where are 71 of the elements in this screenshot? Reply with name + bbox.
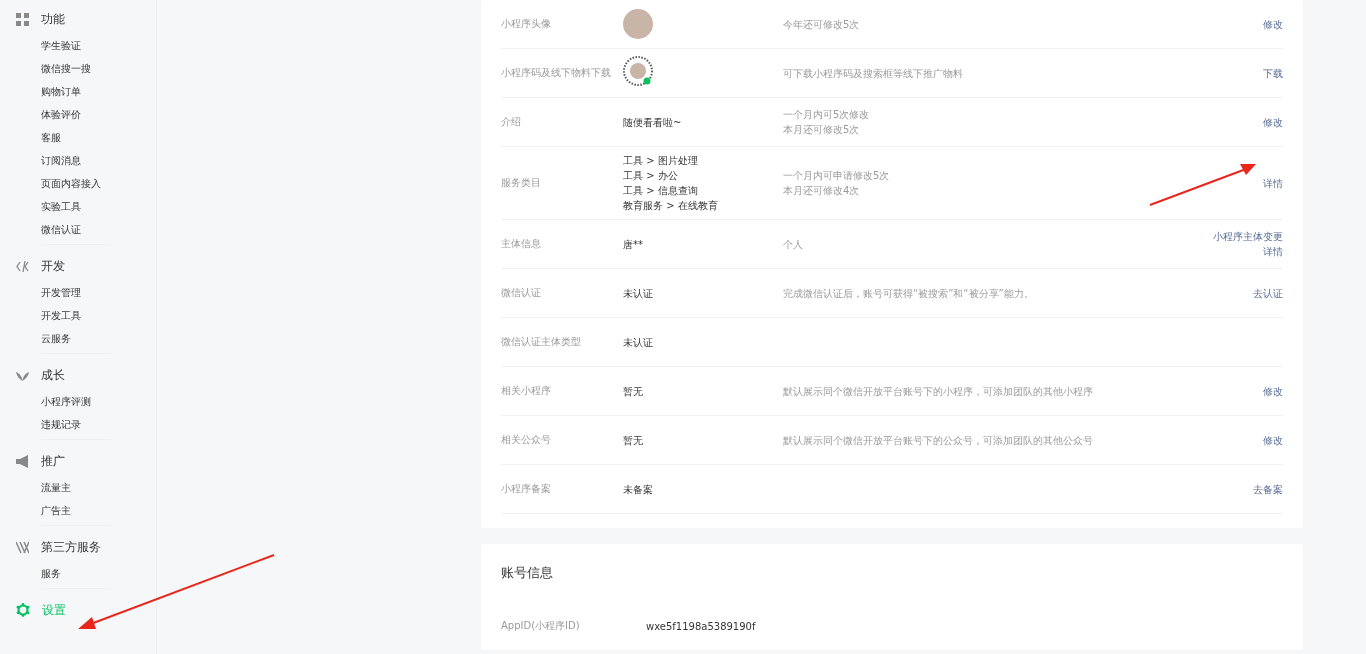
field-value: wxe5f1198a5389190f xyxy=(646,620,756,632)
sidebar-item[interactable]: 违规记录 xyxy=(16,413,81,436)
hint-text: 今年还可修改5次 xyxy=(783,17,861,32)
action-link[interactable]: 修改 xyxy=(1263,16,1283,32)
hint-text: 默认展示同个微信开放平台账号下的小程序，可添加团队的其他小程序 xyxy=(783,384,1094,399)
field-label: 主体信息 xyxy=(501,237,542,251)
field-value: 工具 > 办公 xyxy=(623,169,679,183)
action-link[interactable]: 下载 xyxy=(1263,65,1283,81)
grid-icon xyxy=(16,12,29,26)
sidebar-item[interactable]: 开发工具 xyxy=(16,304,81,327)
sidebar-item[interactable]: 服务 xyxy=(16,562,61,585)
sidebar-item[interactable]: 页面内容接入 xyxy=(16,172,101,195)
hint-text: 个人 xyxy=(783,237,804,252)
field-label: 小程序备案 xyxy=(501,482,552,496)
sidebar-item[interactable]: 购物订单 xyxy=(16,80,81,103)
field-label: 微信认证主体类型 xyxy=(501,335,582,349)
code-icon xyxy=(16,259,29,273)
hint-text: 默认展示同个微信开放平台账号下的公众号，可添加团队的其他公众号 xyxy=(783,433,1094,448)
field-value: 暂无 xyxy=(623,384,644,399)
field-value: 教育服务 > 在线教育 xyxy=(623,199,719,213)
field-label: 介绍 xyxy=(501,115,522,129)
field-value: 工具 > 图片处理 xyxy=(623,154,699,168)
hint-text: 本月还可修改5次 xyxy=(783,123,861,137)
sidebar-item[interactable]: 微信搜一搜 xyxy=(16,57,91,80)
field-label: 小程序码及线下物料下载 xyxy=(501,66,612,80)
field-label: 服务类目 xyxy=(501,176,542,190)
field-value: 未备案 xyxy=(623,482,654,497)
field-label: 相关小程序 xyxy=(501,384,552,398)
action-link[interactable]: 修改 xyxy=(1263,432,1283,448)
action-link[interactable]: 详情 xyxy=(1263,244,1283,259)
gear-icon xyxy=(16,603,30,617)
sidebar-item[interactable]: 实验工具 xyxy=(16,195,81,218)
action-link[interactable]: 去备案 xyxy=(1253,481,1283,497)
hint-text: 完成微信认证后，账号可获得“被搜索”和“被分享”能力。 xyxy=(783,286,1035,301)
avatar-placeholder xyxy=(623,9,653,39)
action-link[interactable]: 详情 xyxy=(1263,175,1283,191)
section-title: 推广 xyxy=(41,452,65,470)
megaphone-icon xyxy=(16,454,29,468)
hint-text: 本月还可修改4次 xyxy=(783,184,861,198)
sidebar-item[interactable]: 客服 xyxy=(16,126,61,149)
field-label: 相关公众号 xyxy=(501,433,552,447)
sidebar-item[interactable]: 学生验证 xyxy=(16,34,81,57)
action-link[interactable]: 小程序主体变更 xyxy=(1213,229,1283,244)
field-value: 未认证 xyxy=(623,286,654,301)
action-link[interactable]: 去认证 xyxy=(1253,285,1283,301)
field-value: 暂无 xyxy=(623,433,644,448)
sidebar-item[interactable]: 流量主 xyxy=(16,476,71,499)
qr-code-icon xyxy=(623,56,653,86)
field-label: 小程序头像 xyxy=(501,17,552,31)
field-value: 工具 > 信息查询 xyxy=(623,184,699,198)
field-value: 唐** xyxy=(623,237,644,252)
sidebar-item[interactable]: 广告主 xyxy=(16,499,71,522)
section-title: 第三方服务 xyxy=(41,538,101,556)
field-value: 未认证 xyxy=(623,335,654,350)
field-label: 微信认证 xyxy=(501,286,542,300)
sidebar-item[interactable]: 开发管理 xyxy=(16,281,81,304)
sidebar-item[interactable]: 云服务 xyxy=(16,327,71,350)
sidebar-item[interactable]: 订阅消息 xyxy=(16,149,81,172)
field-value: 随便看看啦~ xyxy=(623,115,683,130)
hint-text: 可下载小程序码及搜索框等线下推广物料 xyxy=(783,66,964,81)
sidebar-item[interactable]: 小程序评测 xyxy=(16,390,91,413)
action-link[interactable]: 修改 xyxy=(1263,114,1283,130)
x-letters-icon xyxy=(16,540,29,554)
section-title: 开发 xyxy=(41,257,65,275)
section-title: 成长 xyxy=(41,366,65,384)
field-label: AppID(小程序ID) xyxy=(501,619,581,633)
action-link[interactable]: 修改 xyxy=(1263,383,1283,399)
section-title: 功能 xyxy=(41,10,65,28)
section-heading: 账号信息 xyxy=(501,564,554,582)
sidebar-item[interactable]: 体验评价 xyxy=(16,103,81,126)
sidebar-item[interactable]: 微信认证 xyxy=(16,218,81,241)
